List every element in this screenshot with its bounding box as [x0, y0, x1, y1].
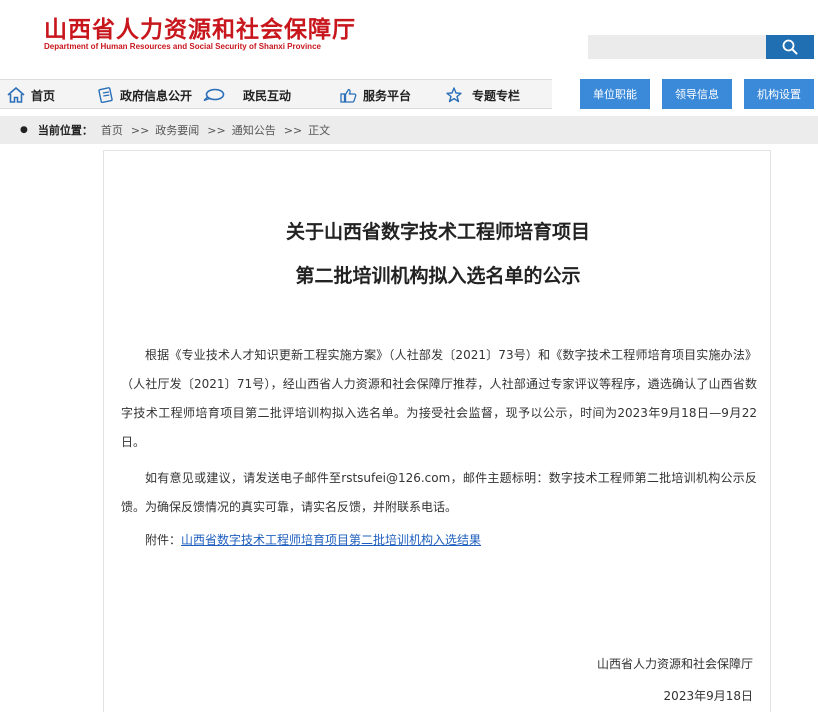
breadcrumb-separator: >>: [283, 123, 303, 137]
search-icon: [782, 39, 798, 55]
nav-item-service[interactable]: 服务平台: [340, 80, 411, 110]
nav-item-special[interactable]: 专题专栏: [446, 80, 520, 110]
bullet-icon: ●: [20, 125, 28, 135]
nav-item-label: 服务平台: [363, 88, 412, 103]
site-logo-subtitle: Department of Human Resources and Social…: [44, 42, 321, 51]
article-paragraph-1: 根据《专业技术人才知识更新工程实施方案》（人社部发〔2021〕73号）和《数字技…: [121, 348, 757, 449]
breadcrumb: ● 当前位置： 首页 >> 政务要闻 >> 通知公告 >> 正文: [0, 116, 818, 144]
site-header: 山西省人力资源和社会保障厅 Department of Human Resour…: [0, 0, 818, 78]
thumbs-up-icon: [340, 88, 357, 103]
attachment-link[interactable]: 山西省数字技术工程师培育项目第二批培训机构入选结果: [181, 533, 481, 547]
nav-item-gov-info[interactable]: 政府信息公开: [98, 80, 192, 110]
nav-item-interaction[interactable]: 政民互动: [203, 80, 291, 110]
nav-item-label: 政府信息公开: [120, 88, 193, 103]
article-title-line2: 第二批培训机构拟入选名单的公示: [295, 265, 581, 287]
nav-item-label: 首页: [31, 88, 56, 103]
article-paragraph-2: 如有意见或建议，请发送电子邮件至rstsufei@126.com，邮件主题标明：…: [121, 471, 757, 514]
star-icon: [446, 87, 462, 103]
org-setup-button[interactable]: 机构设置: [744, 79, 814, 109]
article-container: 关于山西省数字技术工程师培育项目 第二批培训机构拟入选名单的公示 根据《专业技术…: [103, 150, 771, 712]
search-button[interactable]: [766, 35, 814, 59]
nav-item-home[interactable]: 首页: [7, 80, 55, 110]
article-title-line1: 关于山西省数字技术工程师培育项目: [285, 221, 590, 243]
breadcrumb-home[interactable]: 首页: [101, 122, 123, 138]
leader-info-button[interactable]: 领导信息: [662, 79, 732, 109]
chat-bubble-icon: [203, 88, 225, 102]
signature-org: 山西省人力资源和社会保障厅: [596, 657, 753, 671]
attachment-label: 附件：: [145, 533, 182, 547]
main-nav: 首页 政府信息公开 政民互动 服务平台 专题专栏: [0, 79, 552, 109]
article-attachment: 附件：山西省数字技术工程师培育项目第二批培训机构入选结果: [121, 526, 757, 555]
breadcrumb-separator: >>: [130, 123, 150, 137]
home-icon: [7, 87, 25, 103]
signature-date: 2023年9月18日: [663, 689, 753, 703]
unit-functions-button[interactable]: 单位职能: [580, 79, 650, 109]
breadcrumb-separator: >>: [207, 123, 226, 137]
document-icon: [98, 87, 113, 103]
search-input[interactable]: [588, 35, 766, 59]
site-logo-title[interactable]: 山西省人力资源和社会保障厅: [44, 10, 356, 44]
breadcrumb-notices[interactable]: 通知公告: [232, 122, 276, 138]
breadcrumb-current: 正文: [308, 124, 331, 137]
breadcrumb-label: 当前位置：: [37, 124, 93, 137]
breadcrumb-news[interactable]: 政务要闻: [155, 122, 199, 138]
nav-item-label: 政民互动: [243, 88, 292, 103]
nav-item-label: 专题专栏: [472, 88, 521, 103]
